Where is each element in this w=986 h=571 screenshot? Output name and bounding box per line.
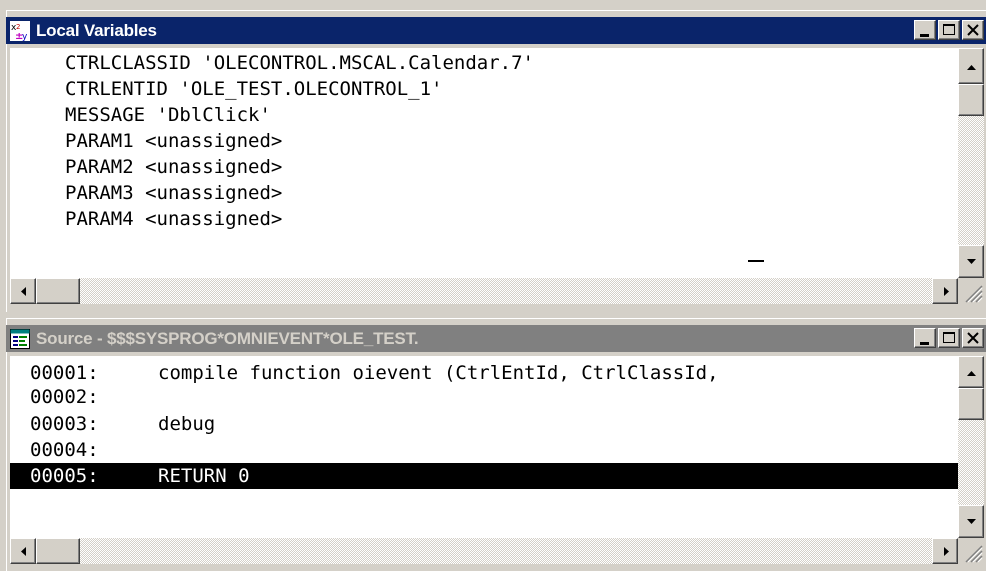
resize-grip-icon [965, 285, 983, 303]
variable-line: CTRLCLASSID 'OLECONTROL.MSCAL.Calendar.7… [65, 52, 534, 74]
variable-line: PARAM2 <unassigned> [65, 156, 283, 178]
scroll-left-arrow-icon [21, 287, 26, 296]
maximize-button[interactable] [938, 328, 960, 348]
scroll-right-button[interactable] [932, 278, 958, 304]
scroll-right-arrow-icon [944, 287, 949, 296]
local-variables-horizontal-scrollbar[interactable] [10, 278, 958, 304]
scroll-right-arrow-icon [944, 547, 949, 556]
variable-line: MESSAGE 'DblClick' [65, 104, 271, 126]
maximize-icon [943, 332, 955, 343]
variable-line: PARAM4 <unassigned> [65, 208, 283, 230]
svg-text:2: 2 [16, 23, 20, 31]
minimize-button[interactable] [914, 20, 936, 40]
source-code-icon [10, 328, 30, 349]
scroll-up-arrow-icon [967, 65, 976, 70]
resize-grip-icon [965, 545, 983, 563]
text-cursor [748, 260, 764, 262]
scroll-down-button[interactable] [958, 505, 984, 538]
scroll-up-arrow-icon [967, 371, 976, 376]
variable-line: CTRLENTID 'OLE_TEST.OLECONTROL_1' [65, 78, 443, 100]
minimize-icon [920, 342, 929, 345]
scroll-down-arrow-icon [967, 259, 976, 264]
line-number: 00001: [30, 362, 99, 384]
local-variables-titlebar[interactable]: x 2 ± y Local Variables [6, 17, 986, 44]
minimize-icon [920, 34, 929, 37]
local-variables-pane[interactable]: CTRLCLASSID 'OLECONTROL.MSCAL.Calendar.7… [10, 48, 958, 278]
scroll-up-button[interactable] [958, 48, 984, 84]
close-icon [967, 332, 979, 344]
selected-source-row[interactable]: 00005: RETURN 0 [10, 463, 958, 489]
svg-text:y: y [22, 32, 28, 41]
scroll-right-button[interactable] [932, 538, 958, 564]
line-number: 00003: [30, 413, 99, 435]
variable-line: PARAM1 <unassigned> [65, 130, 283, 152]
scroll-thumb[interactable] [958, 84, 984, 116]
close-button[interactable] [962, 328, 984, 348]
scroll-thumb[interactable] [36, 278, 80, 304]
maximize-button[interactable] [938, 20, 960, 40]
code-line: compile function oievent (CtrlEntId, Ctr… [158, 362, 719, 384]
variable-line: PARAM3 <unassigned> [65, 182, 283, 204]
scroll-thumb[interactable] [36, 538, 80, 564]
line-number: 00005: [30, 465, 99, 487]
resize-grip[interactable] [958, 278, 984, 304]
scroll-down-arrow-icon [967, 519, 976, 524]
scroll-left-button[interactable] [10, 278, 36, 304]
close-icon [967, 24, 979, 36]
line-number: 00002: [30, 386, 99, 408]
code-line: debug [158, 413, 216, 435]
scroll-left-arrow-icon [21, 547, 26, 556]
code-line: RETURN 0 [158, 465, 250, 487]
line-number: 00004: [30, 439, 99, 461]
source-title: Source - $$$SYSPROG*OMNIEVENT*OLE_TEST. [36, 328, 419, 348]
resize-grip[interactable] [958, 538, 984, 564]
maximize-icon [943, 24, 955, 35]
scroll-down-button[interactable] [958, 245, 984, 278]
scroll-thumb[interactable] [958, 388, 984, 420]
close-button[interactable] [962, 20, 984, 40]
local-variables-title: Local Variables [36, 20, 157, 40]
minimize-button[interactable] [914, 328, 936, 348]
source-code-pane[interactable]: 00001: compile function oievent (CtrlEnt… [10, 356, 958, 538]
variables-icon: x 2 ± y [10, 20, 30, 41]
scroll-up-button[interactable] [958, 356, 984, 388]
source-titlebar[interactable]: Source - $$$SYSPROG*OMNIEVENT*OLE_TEST. [6, 325, 986, 352]
scroll-left-button[interactable] [10, 538, 36, 564]
source-horizontal-scrollbar[interactable] [10, 538, 958, 564]
